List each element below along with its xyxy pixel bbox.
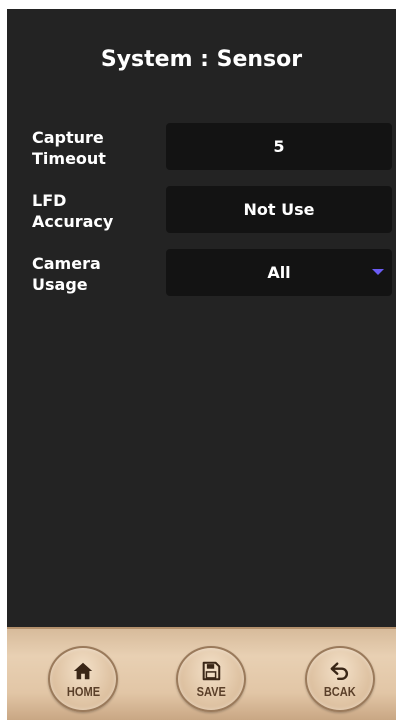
save-icon — [202, 661, 221, 680]
back-button-label: BCAK — [324, 683, 356, 699]
capture-timeout-field[interactable]: 5 — [166, 123, 392, 170]
capture-timeout-label-line2: Timeout — [32, 149, 106, 168]
camera-usage-label: Camera Usage — [32, 253, 152, 295]
capture-timeout-label-line1: Capture — [32, 128, 104, 147]
save-button[interactable]: SAVE — [176, 646, 246, 712]
lfd-accuracy-row: LFD Accuracy Not Use — [7, 186, 396, 234]
camera-usage-dropdown[interactable]: All — [166, 249, 392, 296]
page-title: System : Sensor — [100, 47, 303, 72]
camera-usage-row: Camera Usage All — [7, 249, 396, 297]
capture-timeout-row: Capture Timeout 5 — [7, 123, 396, 171]
capture-timeout-value: 5 — [273, 137, 285, 156]
lfd-accuracy-label-line1: LFD — [32, 191, 67, 210]
home-button[interactable]: HOME — [48, 646, 118, 712]
camera-usage-label-line1: Camera — [32, 254, 101, 273]
bottom-nav-bar: HOME SAVE BCAK — [7, 627, 396, 720]
back-arrow-icon — [330, 661, 348, 680]
home-button-label: HOME — [66, 683, 100, 699]
back-button[interactable]: BCAK — [305, 646, 375, 712]
dropdown-arrow-icon[interactable] — [372, 269, 384, 275]
camera-usage-value: All — [267, 263, 291, 282]
lfd-accuracy-field[interactable]: Not Use — [166, 186, 392, 233]
capture-timeout-label: Capture Timeout — [32, 127, 152, 169]
sensor-settings-screen: System : Sensor Capture Timeout 5 LFD Ac… — [7, 9, 396, 720]
home-icon — [73, 662, 93, 679]
lfd-accuracy-value: Not Use — [243, 200, 315, 219]
save-button-label: SAVE — [196, 683, 226, 699]
lfd-accuracy-label: LFD Accuracy — [32, 190, 152, 232]
camera-usage-label-line2: Usage — [32, 275, 88, 294]
lfd-accuracy-label-line2: Accuracy — [32, 212, 114, 231]
